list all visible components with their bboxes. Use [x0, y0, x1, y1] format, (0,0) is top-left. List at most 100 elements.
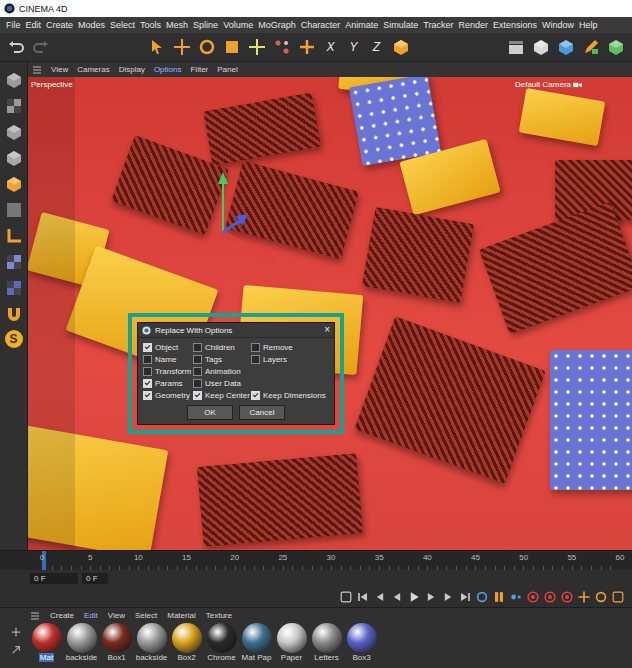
menu-item[interactable]: Create: [46, 20, 73, 30]
next-frame-icon[interactable]: [423, 589, 439, 605]
axis-icon[interactable]: [4, 226, 24, 246]
option-checkbox[interactable]: Children: [193, 343, 251, 352]
arrow-icon[interactable]: [11, 645, 21, 655]
material-item[interactable]: backside: [135, 623, 168, 662]
viewport-menu-item[interactable]: Cameras: [77, 65, 109, 74]
dialog-button[interactable]: OK: [187, 405, 233, 420]
menu-item[interactable]: Modes: [78, 20, 105, 30]
material-menu-item[interactable]: Select: [135, 611, 157, 620]
gift-box[interactable]: [197, 453, 363, 547]
checkbox[interactable]: [251, 343, 260, 352]
menu-item[interactable]: Spline: [193, 20, 218, 30]
gift-box[interactable]: [203, 92, 321, 165]
axis-gizmo-icon[interactable]: [168, 172, 278, 282]
checkbox[interactable]: [143, 367, 152, 376]
live-selection-icon[interactable]: [147, 37, 167, 57]
checkbox[interactable]: [193, 343, 202, 352]
scale-key-icon[interactable]: [610, 589, 626, 605]
move-selection-icon[interactable]: [247, 37, 267, 57]
scale-icon[interactable]: [222, 37, 242, 57]
material-item[interactable]: Letters: [310, 623, 343, 662]
viewport-menu-item[interactable]: Panel: [217, 65, 237, 74]
key-selection-icon[interactable]: [559, 589, 575, 605]
menu-item[interactable]: Tracker: [423, 20, 453, 30]
material-menu-item[interactable]: Create: [50, 611, 74, 620]
lock-icon[interactable]: [4, 278, 24, 298]
menu-item[interactable]: Edit: [26, 20, 42, 30]
render-settings-icon[interactable]: [606, 37, 626, 57]
gift-box[interactable]: [362, 207, 474, 303]
material-item[interactable]: backside: [65, 623, 98, 662]
gift-box[interactable]: [550, 350, 632, 490]
viewport-canvas[interactable]: PerspectiveDefault Camera Replace With O…: [28, 77, 632, 550]
menu-item[interactable]: File: [6, 20, 21, 30]
menu-item[interactable]: Help: [579, 20, 598, 30]
checkbox[interactable]: [251, 355, 260, 364]
menu-item[interactable]: MoGraph: [258, 20, 296, 30]
option-checkbox[interactable]: Animation: [193, 367, 251, 376]
checkbox[interactable]: [143, 391, 152, 400]
option-checkbox[interactable]: Geometry: [143, 391, 193, 400]
menu-item[interactable]: Window: [542, 20, 574, 30]
loop-icon[interactable]: [474, 589, 490, 605]
option-checkbox[interactable]: Params: [143, 379, 193, 388]
checkbox[interactable]: [143, 343, 152, 352]
prev-frame-icon[interactable]: [389, 589, 405, 605]
transform-icon[interactable]: [272, 37, 292, 57]
polygons-icon[interactable]: [4, 174, 24, 194]
menu-item[interactable]: Character: [301, 20, 341, 30]
menu-item[interactable]: Volume: [223, 20, 253, 30]
menu-item[interactable]: Select: [110, 20, 135, 30]
material-menu-item[interactable]: Texture: [206, 611, 232, 620]
viewport-menu-item[interactable]: Display: [119, 65, 145, 74]
option-checkbox[interactable]: Remove: [251, 343, 331, 352]
material-item[interactable]: Mat: [30, 623, 63, 662]
keyframe-icon[interactable]: [338, 589, 354, 605]
material-menu-icon[interactable]: [30, 611, 40, 621]
record-icon[interactable]: [525, 589, 541, 605]
material-item[interactable]: Mat Pap: [240, 623, 273, 662]
viewport-menu-item[interactable]: View: [51, 65, 68, 74]
grid-icon[interactable]: [4, 252, 24, 272]
render-icon[interactable]: [556, 37, 576, 57]
material-item[interactable]: Chrome: [205, 623, 238, 662]
texture-icon[interactable]: [4, 96, 24, 116]
frame-field[interactable]: 0 F: [30, 573, 78, 584]
option-checkbox[interactable]: Keep Dimensions: [251, 391, 331, 400]
material-menu-item[interactable]: Material: [167, 611, 195, 620]
uv-icon[interactable]: [4, 200, 24, 220]
rotate-icon[interactable]: [197, 37, 217, 57]
magnet-icon[interactable]: [4, 304, 24, 324]
rot-key-icon[interactable]: [593, 589, 609, 605]
material-item[interactable]: Box3: [345, 623, 378, 662]
material-menu-item[interactable]: View: [108, 611, 125, 620]
viewport-menu-item[interactable]: Options: [154, 65, 182, 74]
render-view-icon[interactable]: [531, 37, 551, 57]
axis-lock-button[interactable]: Z: [368, 40, 386, 54]
menu-item[interactable]: Extensions: [493, 20, 537, 30]
coordinate-system-icon[interactable]: [391, 37, 411, 57]
material-item[interactable]: Box2: [170, 623, 203, 662]
checkbox[interactable]: [193, 391, 202, 400]
checkbox[interactable]: [143, 379, 152, 388]
menu-item[interactable]: Animate: [345, 20, 378, 30]
option-checkbox[interactable]: Transform: [143, 367, 193, 376]
gift-box[interactable]: [479, 202, 632, 334]
redo-icon[interactable]: [31, 37, 51, 57]
option-checkbox[interactable]: Keep Center: [193, 391, 251, 400]
option-checkbox[interactable]: User Data: [193, 379, 251, 388]
menu-item[interactable]: Simulate: [383, 20, 418, 30]
checkbox[interactable]: [193, 367, 202, 376]
add-icon[interactable]: [297, 37, 317, 57]
material-menu-item[interactable]: Edit: [84, 611, 98, 620]
auto-key-icon[interactable]: [542, 589, 558, 605]
first-frame-icon[interactable]: [355, 589, 371, 605]
prev-key-icon[interactable]: [372, 589, 388, 605]
add-icon[interactable]: [11, 627, 21, 637]
clapper-icon[interactable]: [506, 37, 526, 57]
close-button[interactable]: ×: [324, 325, 330, 335]
timeline-ruler[interactable]: 051015202530354045505560: [0, 551, 632, 570]
next-key-icon[interactable]: [440, 589, 456, 605]
gift-box[interactable]: [354, 316, 545, 483]
play-icon[interactable]: [406, 589, 422, 605]
